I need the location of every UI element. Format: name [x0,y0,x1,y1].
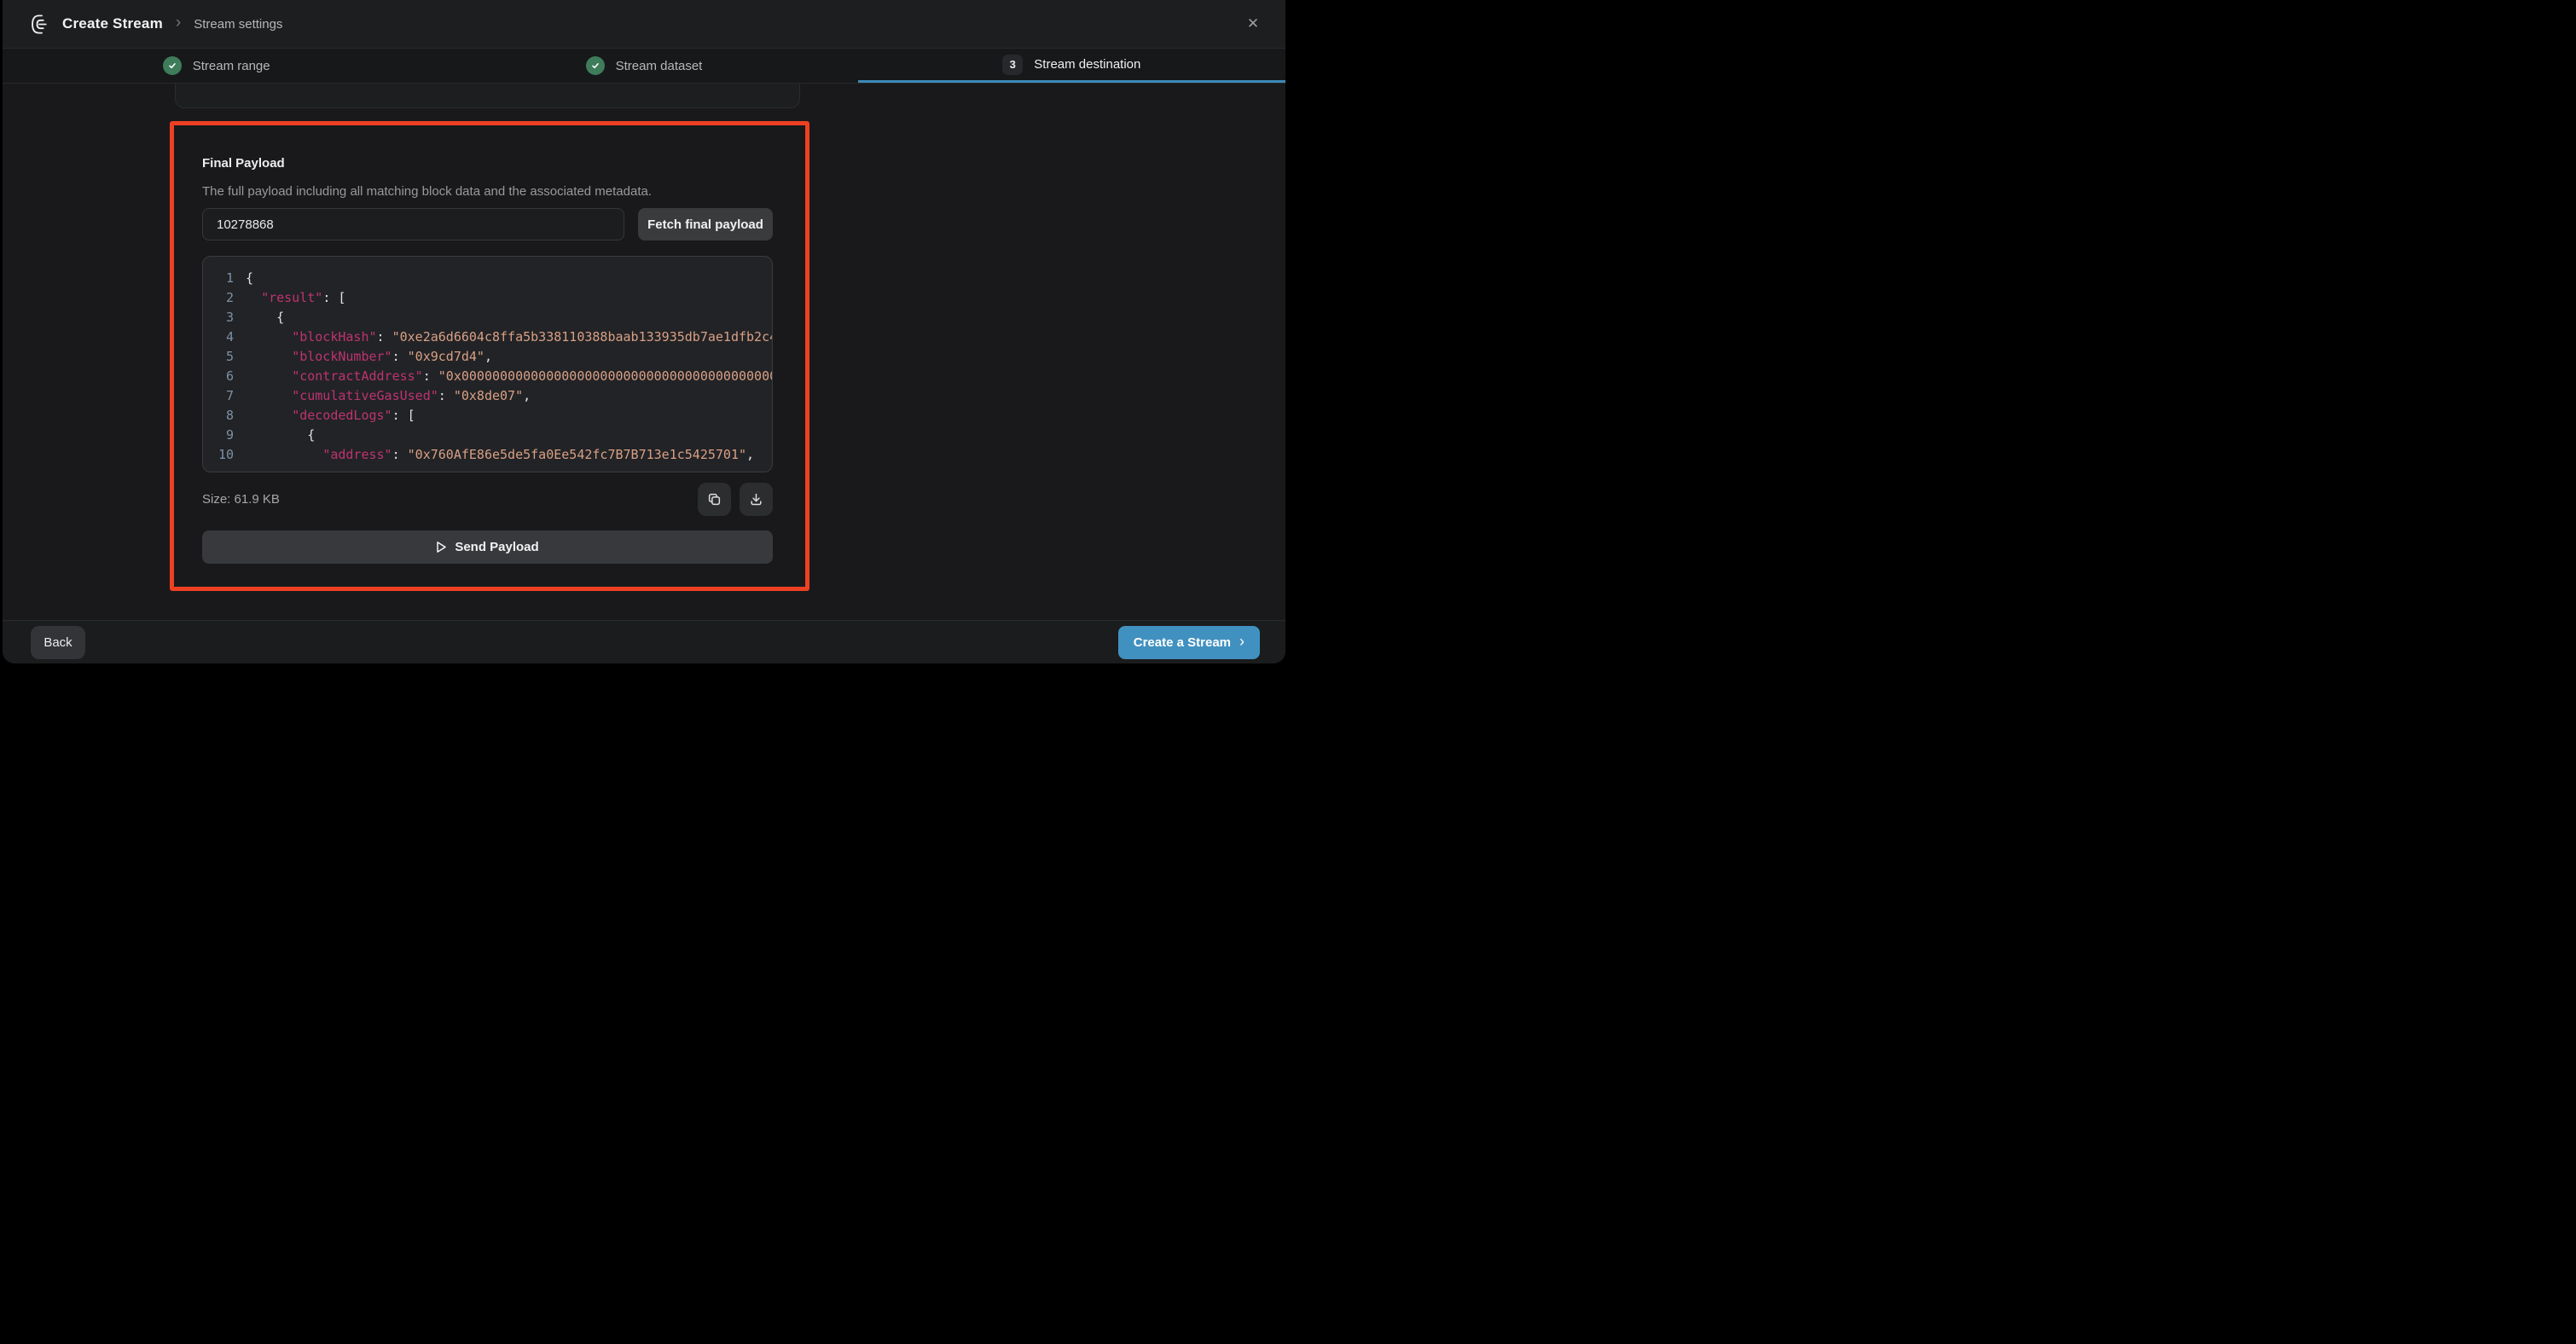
step-stream-range[interactable]: Stream range [3,49,430,83]
copy-icon [707,492,722,507]
code-line: 6 "contractAddress": "0x0000000000000000… [213,367,772,386]
copy-button[interactable] [698,483,731,516]
code-line: 7 "cumulativeGasUsed": "0x8de07", [213,386,772,406]
back-button[interactable]: Back [31,626,85,659]
payload-size-label: Size: 61.9 KB [202,492,698,507]
close-icon[interactable]: ✕ [1241,12,1265,36]
previous-section-card-bottom [175,84,800,108]
breadcrumb: Stream settings [194,17,282,32]
check-icon [163,56,182,75]
chevron-right-icon: › [1239,633,1244,651]
payload-code-viewer: 1{2 "result": [3 {4 "blockHash": "0xe2a6… [202,256,773,472]
code-line: 1{ [213,269,772,288]
fetch-final-payload-button[interactable]: Fetch final payload [638,208,773,240]
step-stream-destination[interactable]: 3 Stream destination [858,49,1285,83]
download-button[interactable] [740,483,773,516]
create-stream-label: Create a Stream [1134,635,1231,650]
code-line: 2 "result": [ [213,288,772,308]
create-stream-modal: Create Stream › Stream settings ✕ Stream… [3,0,1285,663]
code-line: 3 { [213,308,772,327]
step-label: Stream destination [1034,57,1140,72]
code-line: 8 "decodedLogs": [ [213,406,772,426]
main-content: Final Payload The full payload including… [3,84,1285,620]
check-icon [586,56,605,75]
create-stream-button[interactable]: Create a Stream › [1118,626,1260,659]
code-line: 10 "address": "0x760AfE86e5de5fa0Ee542fc… [213,445,772,465]
step-label: Stream dataset [616,59,703,73]
page-title: Create Stream [62,15,163,32]
play-icon [436,541,447,553]
breadcrumb-chevron-icon: › [176,14,181,32]
section-title: Final Payload [202,156,773,171]
section-description: The full payload including all matching … [202,184,773,199]
send-payload-button[interactable]: Send Payload [202,530,773,564]
step-stream-dataset[interactable]: Stream dataset [430,49,857,83]
screen: Create Stream › Stream settings ✕ Stream… [0,0,1288,672]
code-line: 9 { [213,426,772,445]
block-number-input[interactable] [202,208,624,240]
stepper: Stream range Stream dataset 3 Stream des… [3,49,1285,84]
send-payload-label: Send Payload [455,540,538,554]
footer-bar: Back Create a Stream › [3,620,1285,663]
modal-header: Create Stream › Stream settings ✕ [3,0,1285,49]
step-number-badge: 3 [1002,55,1023,75]
code-line: 4 "blockHash": "0xe2a6d6604c8ffa5b338110… [213,327,772,347]
fetch-row: Fetch final payload [202,208,773,240]
size-row: Size: 61.9 KB [202,483,773,516]
download-icon [749,492,763,507]
code-lines: 1{2 "result": [3 {4 "blockHash": "0xe2a6… [213,269,772,465]
step-label: Stream range [193,59,270,73]
final-payload-section: Final Payload The full payload including… [170,121,809,591]
stream-logo-icon [28,13,51,36]
code-line: 5 "blockNumber": "0x9cd7d4", [213,347,772,367]
